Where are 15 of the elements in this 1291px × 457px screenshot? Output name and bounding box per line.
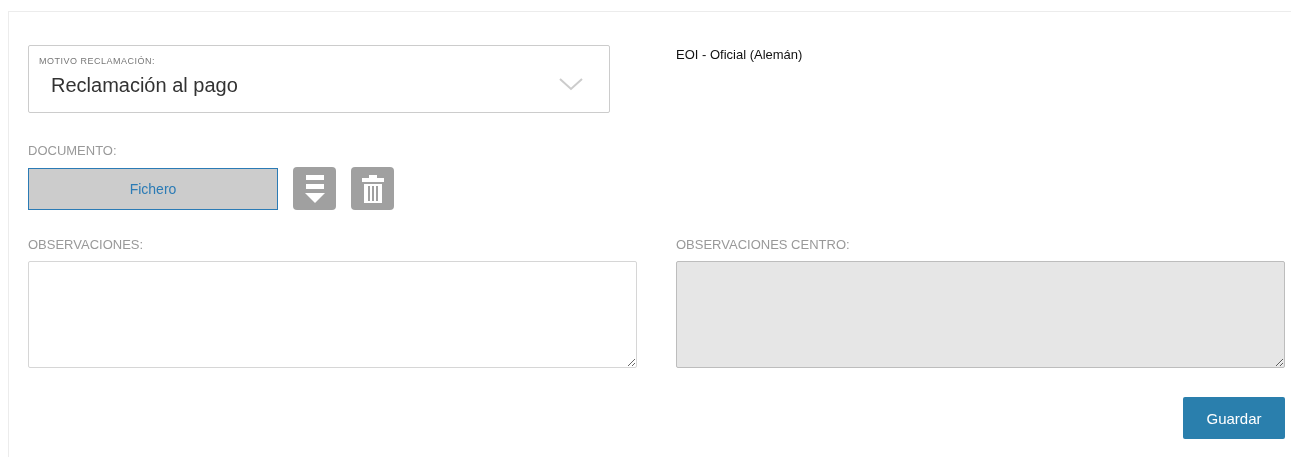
document-label: DOCUMENTO: bbox=[28, 143, 118, 158]
delete-button[interactable] bbox=[351, 167, 394, 210]
notes-label: OBSERVACIONES: bbox=[28, 237, 145, 252]
download-icon bbox=[303, 172, 326, 205]
trash-icon bbox=[360, 173, 385, 204]
chevron-down-icon bbox=[559, 78, 583, 91]
download-button[interactable] bbox=[293, 167, 336, 210]
notes-label: OBSERVACIONES CENTRO: bbox=[676, 237, 851, 252]
file-button[interactable]: Fichero bbox=[28, 167, 278, 210]
notes-field[interactable] bbox=[28, 261, 637, 368]
selected-value: Reclamación al pago bbox=[51, 74, 238, 97]
course-name: EOI - Oficial (Alemán) bbox=[676, 46, 804, 64]
reason-dropdown[interactable]: MOTIVO RECLAMACIÓN: Reclamación al pago bbox=[28, 45, 610, 113]
field-label: MOTIVO RECLAMACIÓN: bbox=[39, 56, 156, 66]
save-button[interactable]: Guardar bbox=[1183, 397, 1285, 439]
